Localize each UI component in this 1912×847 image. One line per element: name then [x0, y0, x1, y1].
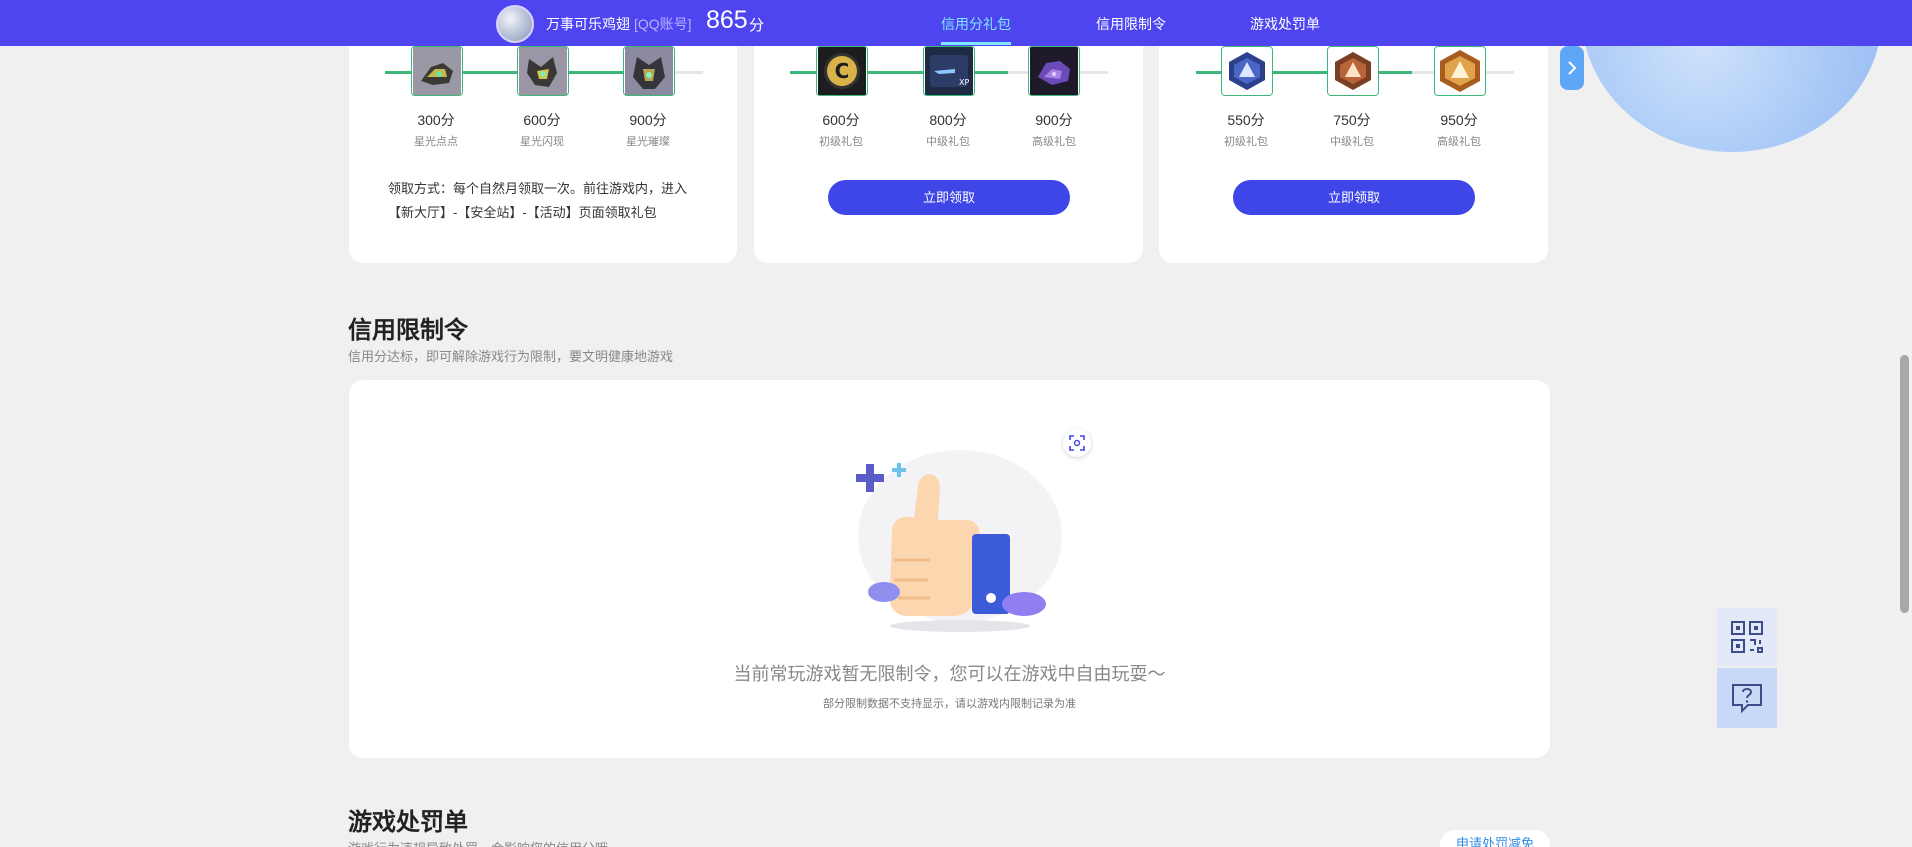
- purple-pet-icon[interactable]: [1028, 46, 1080, 96]
- feedback-button[interactable]: [1717, 668, 1777, 728]
- reward-name: 星光璀璨: [626, 136, 670, 148]
- credit-score-unit: 分: [749, 17, 765, 34]
- username: 万事可乐鸡翅: [546, 16, 630, 32]
- apply-penalty-reduction-button[interactable]: 申请处罚减免: [1440, 830, 1550, 847]
- restriction-section-subtitle: 信用分达标，即可解除游戏行为限制，要文明健康地游戏: [348, 349, 674, 364]
- reward-name: 中级礼包: [1330, 136, 1374, 148]
- restriction-empty-note: 部分限制数据不支持显示，请以游戏内限制记录为准: [823, 698, 1076, 710]
- qr-code-icon: [1731, 621, 1763, 653]
- tab-game-penalty[interactable]: 游戏处罚单: [1250, 14, 1320, 34]
- reward-points: 950分: [1440, 112, 1478, 128]
- svg-text:XP: XP: [959, 78, 969, 87]
- avatar[interactable]: [496, 5, 534, 43]
- account-type-label: [QQ账号]: [634, 16, 692, 32]
- chevron-right-icon: [1568, 61, 1577, 75]
- reward-points: 600分: [523, 112, 561, 128]
- tab-credit-restriction[interactable]: 信用限制令: [1096, 14, 1166, 34]
- claim-now-button[interactable]: 立即领取: [1233, 180, 1475, 215]
- svg-text:C: C: [835, 59, 850, 83]
- thumbs-up-illustration-icon: [856, 450, 1062, 632]
- claim-instructions: 领取方式：每个自然月领取一次。前往游戏内，进入【新大厅】-【安全站】-【活动】页…: [388, 181, 688, 220]
- scan-icon[interactable]: [1063, 429, 1091, 457]
- carousel-next-button[interactable]: [1560, 46, 1584, 90]
- claim-now-button[interactable]: 立即领取: [828, 180, 1070, 215]
- reward-name: 中级礼包: [926, 136, 970, 148]
- credit-score-value: 865: [706, 6, 748, 34]
- rank-badge-gold-icon[interactable]: [1434, 46, 1486, 96]
- reward-points: 900分: [1035, 112, 1073, 128]
- active-tab-indicator: [941, 42, 1011, 45]
- top-navigation-bar: 万事可乐鸡翅 [QQ账号] 865 分 信用分礼包 信用限制令 游戏处罚单: [0, 0, 1912, 46]
- scrollbar-thumb[interactable]: [1900, 355, 1909, 613]
- reward-points: 600分: [822, 112, 860, 128]
- qr-code-button[interactable]: [1717, 608, 1777, 666]
- mecha-pet-icon[interactable]: [411, 46, 463, 96]
- reward-points: 750分: [1333, 112, 1371, 128]
- restriction-empty-message: 当前常玩游戏暂无限制令，您可以在游戏中自由玩耍～: [733, 664, 1166, 684]
- reward-name: 初级礼包: [819, 136, 863, 148]
- coin-c-icon[interactable]: C: [816, 46, 868, 96]
- mecha-pet-icon[interactable]: [623, 46, 675, 96]
- mecha-pet-icon[interactable]: [517, 46, 569, 96]
- reward-points: 550分: [1227, 112, 1265, 128]
- xp-card-icon[interactable]: XP: [923, 46, 975, 96]
- reward-points: 300分: [417, 112, 455, 128]
- reward-name: 星光点点: [414, 136, 458, 148]
- reward-name: 星光闪现: [520, 136, 564, 148]
- question-chat-icon: [1732, 684, 1762, 714]
- reward-points: 900分: [629, 112, 667, 128]
- reward-name: 高级礼包: [1032, 136, 1076, 148]
- reward-name: 初级礼包: [1224, 136, 1268, 148]
- reward-points: 800分: [929, 112, 967, 128]
- penalty-section-subtitle: 游戏行为违规导致处罚，会影响您的信用分哦: [348, 838, 608, 847]
- restriction-section-title: 信用限制令: [348, 317, 468, 344]
- reward-name: 高级礼包: [1437, 136, 1481, 148]
- tab-credit-gift[interactable]: 信用分礼包: [941, 14, 1011, 34]
- rank-badge-blue-icon[interactable]: [1221, 46, 1273, 96]
- rank-badge-bronze-icon[interactable]: [1327, 46, 1379, 96]
- penalty-section-title: 游戏处罚单: [348, 809, 468, 836]
